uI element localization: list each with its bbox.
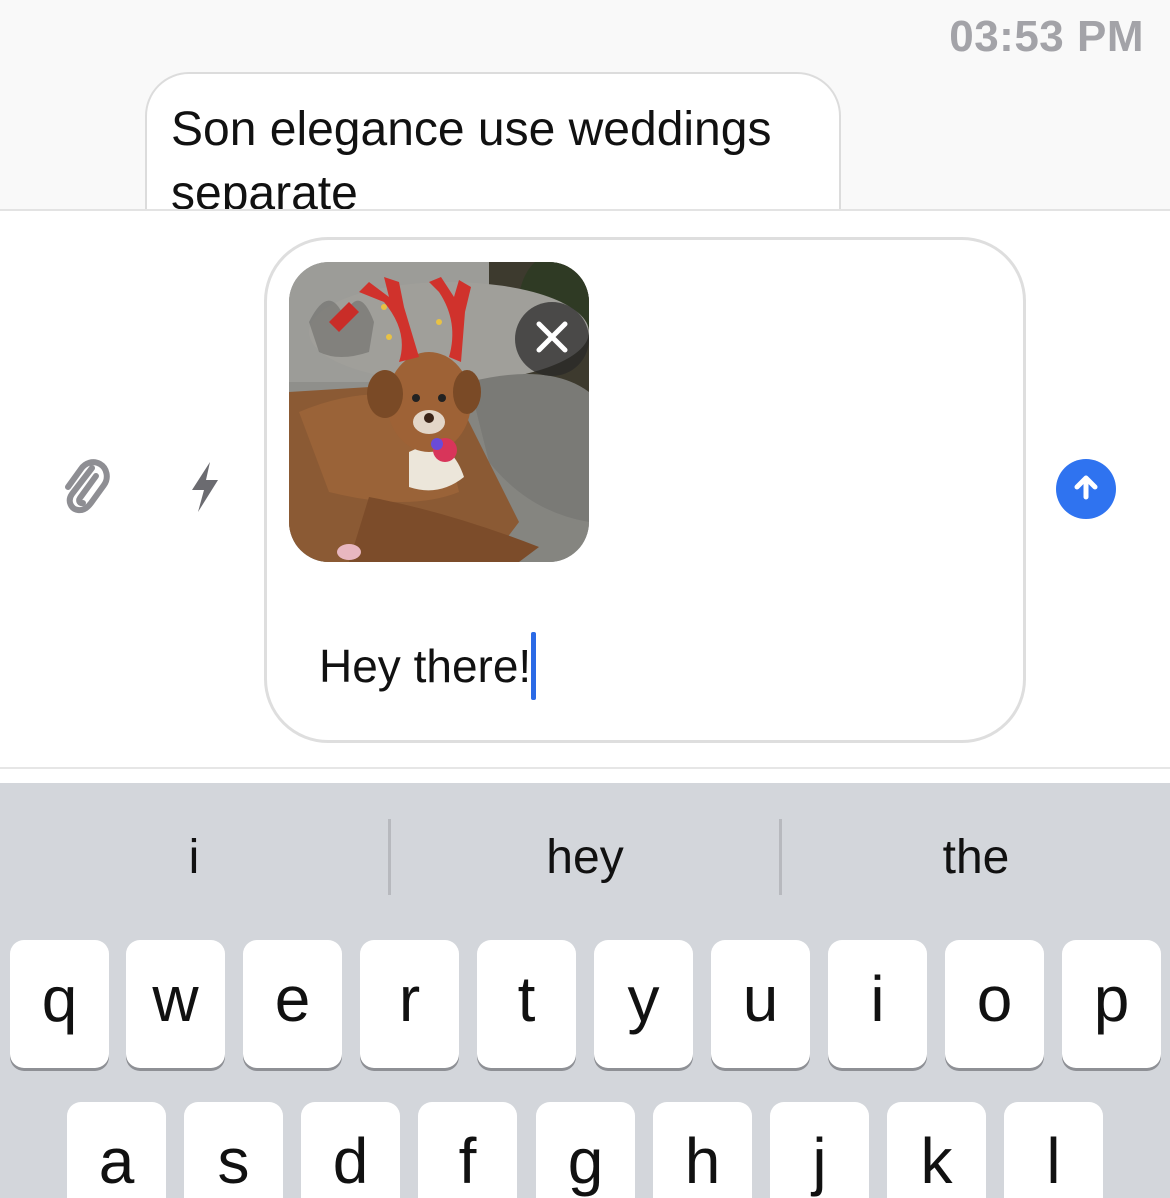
message-bubble[interactable]: Son elegance use weddings separate bbox=[145, 72, 841, 210]
keyboard-row-2: a s d f g h j k l bbox=[0, 1102, 1170, 1198]
key-a[interactable]: a bbox=[67, 1102, 166, 1198]
composer-divider bbox=[0, 767, 1170, 769]
key-q[interactable]: q bbox=[10, 940, 109, 1068]
key-k[interactable]: k bbox=[887, 1102, 986, 1198]
send-button[interactable] bbox=[1056, 459, 1116, 519]
message-timestamp: 03:53 PM bbox=[949, 12, 1144, 61]
key-h[interactable]: h bbox=[653, 1102, 752, 1198]
key-u[interactable]: u bbox=[711, 940, 810, 1068]
arrow-up-icon bbox=[1071, 472, 1101, 507]
key-d[interactable]: d bbox=[301, 1102, 400, 1198]
predictive-suggestions: i hey the bbox=[0, 819, 1170, 895]
chat-area: 03:53 PM Son elegance use weddings separ… bbox=[0, 0, 1170, 210]
paperclip-icon bbox=[58, 454, 110, 521]
quick-reply-button[interactable] bbox=[184, 461, 226, 517]
lightning-bolt-icon bbox=[190, 461, 220, 517]
message-input-value: Hey there! bbox=[319, 640, 532, 692]
text-cursor bbox=[531, 632, 537, 700]
key-g[interactable]: g bbox=[536, 1102, 635, 1198]
message-composer: Hey there! bbox=[0, 209, 1170, 783]
key-r[interactable]: r bbox=[360, 940, 459, 1068]
message-input-box[interactable]: Hey there! bbox=[264, 237, 1026, 743]
message-text: Son elegance use weddings separate bbox=[171, 103, 772, 210]
key-j[interactable]: j bbox=[770, 1102, 869, 1198]
on-screen-keyboard: i hey the q w e r t y u i o p a s d f g … bbox=[0, 783, 1170, 1198]
key-t[interactable]: t bbox=[477, 940, 576, 1068]
suggestion-2[interactable]: hey bbox=[391, 819, 779, 895]
key-i[interactable]: i bbox=[828, 940, 927, 1068]
key-l[interactable]: l bbox=[1004, 1102, 1103, 1198]
keyboard-row-1: q w e r t y u i o p bbox=[0, 940, 1170, 1070]
remove-attachment-button[interactable] bbox=[515, 302, 589, 376]
key-y[interactable]: y bbox=[594, 940, 693, 1068]
close-icon bbox=[535, 320, 569, 359]
attach-button[interactable] bbox=[56, 457, 112, 517]
suggestion-3[interactable]: the bbox=[782, 819, 1170, 895]
key-f[interactable]: f bbox=[418, 1102, 517, 1198]
key-e[interactable]: e bbox=[243, 940, 342, 1068]
suggestion-1[interactable]: i bbox=[0, 819, 388, 895]
key-p[interactable]: p bbox=[1062, 940, 1161, 1068]
attachment-thumbnail[interactable] bbox=[289, 262, 589, 562]
key-s[interactable]: s bbox=[184, 1102, 283, 1198]
key-w[interactable]: w bbox=[126, 940, 225, 1068]
message-input-field[interactable]: Hey there! bbox=[319, 632, 537, 700]
key-o[interactable]: o bbox=[945, 940, 1044, 1068]
